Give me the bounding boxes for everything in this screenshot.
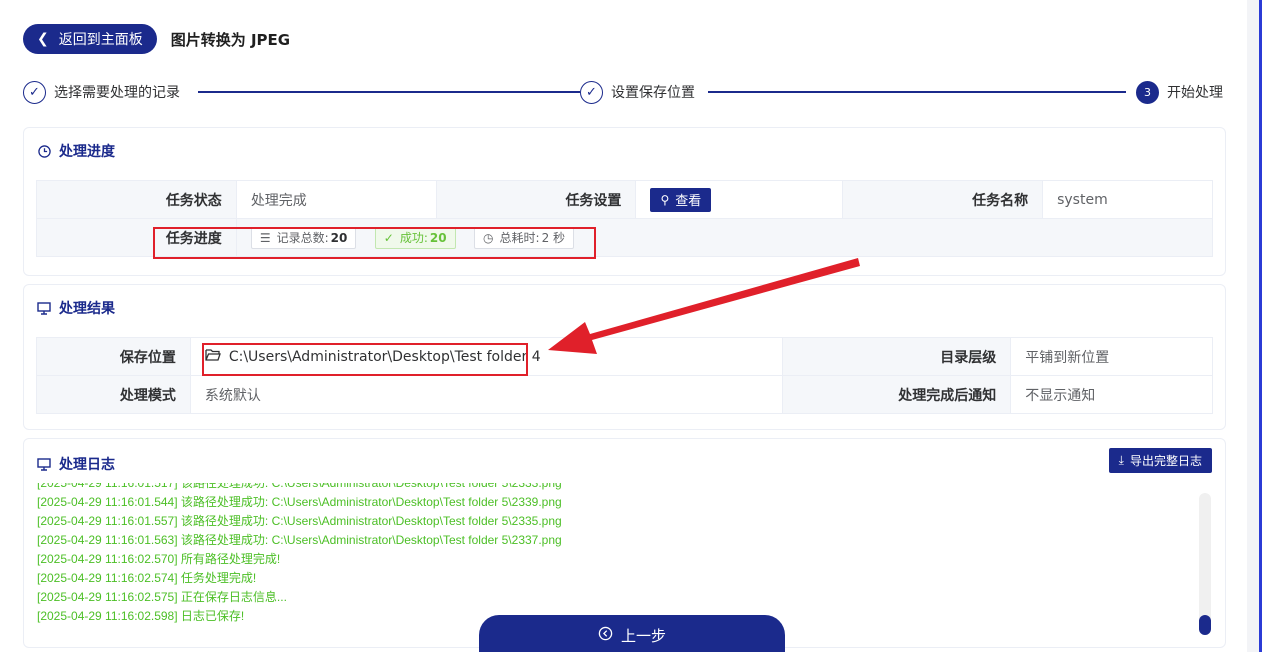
clock-icon: [37, 144, 51, 158]
dir-level-value: 平铺到新位置: [1010, 337, 1213, 376]
step-2: ✓ 设置保存位置: [580, 80, 707, 104]
dir-level-label: 目录层级: [782, 337, 1012, 376]
card-title-text: 处理日志: [59, 457, 115, 473]
step-label: 设置保存位置: [611, 85, 695, 101]
previous-step-button[interactable]: 上一步: [479, 615, 785, 652]
header: ❮ 返回到主面板 图片转换为 JPEG: [23, 24, 290, 54]
task-status-label: 任务状态: [36, 180, 237, 219]
log-card-title: 处理日志: [37, 454, 115, 474]
page: ❮ 返回到主面板 图片转换为 JPEG ✓ 选择需要处理的记录 ✓ 设置保存位置…: [0, 0, 1247, 652]
task-settings-cell: ⚲ 查看: [635, 180, 844, 219]
check-icon: ✓: [580, 80, 603, 104]
log-line: [2025-04-29 11:16:02.570] 所有路径处理完成!: [37, 552, 281, 566]
view-button-label: 查看: [675, 194, 702, 209]
step-1: ✓ 选择需要处理的记录: [23, 80, 192, 104]
log-line: [2025-04-29 11:16:01.557] 该路径处理成功: C:\Us…: [37, 514, 562, 528]
save-location-label: 保存位置: [36, 337, 191, 376]
progress-card: 处理进度 任务状态 处理完成 任务设置 ⚲ 查看 任务名称 system 任务进…: [23, 127, 1226, 276]
task-status-value: 处理完成: [235, 180, 437, 219]
monitor-icon: [37, 301, 51, 315]
notify-value: 不显示通知: [1010, 375, 1213, 414]
step-indicator: ✓ 选择需要处理的记录 ✓ 设置保存位置 3 开始处理: [23, 80, 1227, 106]
progress-card-title: 处理进度: [37, 141, 115, 161]
step-3: 3 开始处理: [1126, 80, 1223, 104]
process-mode-value: 系统默认: [189, 375, 784, 414]
step-connector: [198, 91, 588, 93]
card-title-text: 处理进度: [59, 144, 115, 160]
annotation-highlight-box: [202, 343, 528, 376]
task-name-label: 任务名称: [842, 180, 1044, 219]
task-name-value: system: [1042, 180, 1213, 219]
step-connector: [708, 91, 1126, 93]
alarm-icon: ⚲: [660, 192, 670, 207]
back-to-dashboard-button[interactable]: ❮ 返回到主面板: [23, 24, 157, 54]
log-scrollbar-thumb[interactable]: [1199, 615, 1211, 635]
log-scrollbar-track[interactable]: [1199, 493, 1211, 635]
download-icon: ⤓: [1118, 453, 1124, 467]
step-number-badge: 3: [1136, 80, 1159, 104]
log-line: [2025-04-29 11:16:01.544] 该路径处理成功: C:\Us…: [37, 495, 562, 509]
result-card: 处理结果 保存位置 C:\Users\Administrator\Desktop…: [23, 284, 1226, 430]
result-card-title: 处理结果: [37, 298, 115, 318]
export-log-button[interactable]: ⤓ 导出完整日志: [1108, 448, 1212, 473]
log-line: [2025-04-29 11:16:01.563] 该路径处理成功: C:\Us…: [37, 533, 562, 547]
log-line: [2025-04-29 11:16:01.517] 该路径处理成功: C:\Us…: [37, 483, 562, 490]
notify-label: 处理完成后通知: [782, 375, 1012, 414]
monitor-icon: [37, 457, 51, 471]
step-label: 选择需要处理的记录: [54, 85, 180, 101]
page-title: 图片转换为 JPEG: [170, 30, 291, 49]
chevron-left-circle-icon: [598, 626, 613, 645]
export-button-label: 导出完整日志: [1129, 454, 1202, 468]
check-icon: ✓: [23, 80, 46, 104]
step-label: 开始处理: [1167, 85, 1223, 101]
log-lines: [2025-04-29 11:16:01.517] 该路径处理成功: C:\Us…: [37, 483, 562, 626]
task-settings-label: 任务设置: [435, 180, 637, 219]
log-line: [2025-04-29 11:16:02.575] 正在保存日志信息...: [37, 590, 287, 604]
log-line: [2025-04-29 11:16:02.574] 任务处理完成!: [37, 571, 257, 585]
annotation-highlight-box: [153, 227, 596, 259]
window-gutter: [1247, 0, 1259, 652]
view-settings-button[interactable]: ⚲ 查看: [650, 187, 712, 212]
card-title-text: 处理结果: [59, 301, 115, 317]
chevron-left-icon: ❮: [37, 31, 49, 47]
back-button-label: 返回到主面板: [58, 32, 143, 48]
previous-step-label: 上一步: [620, 626, 666, 645]
process-mode-label: 处理模式: [36, 375, 191, 414]
